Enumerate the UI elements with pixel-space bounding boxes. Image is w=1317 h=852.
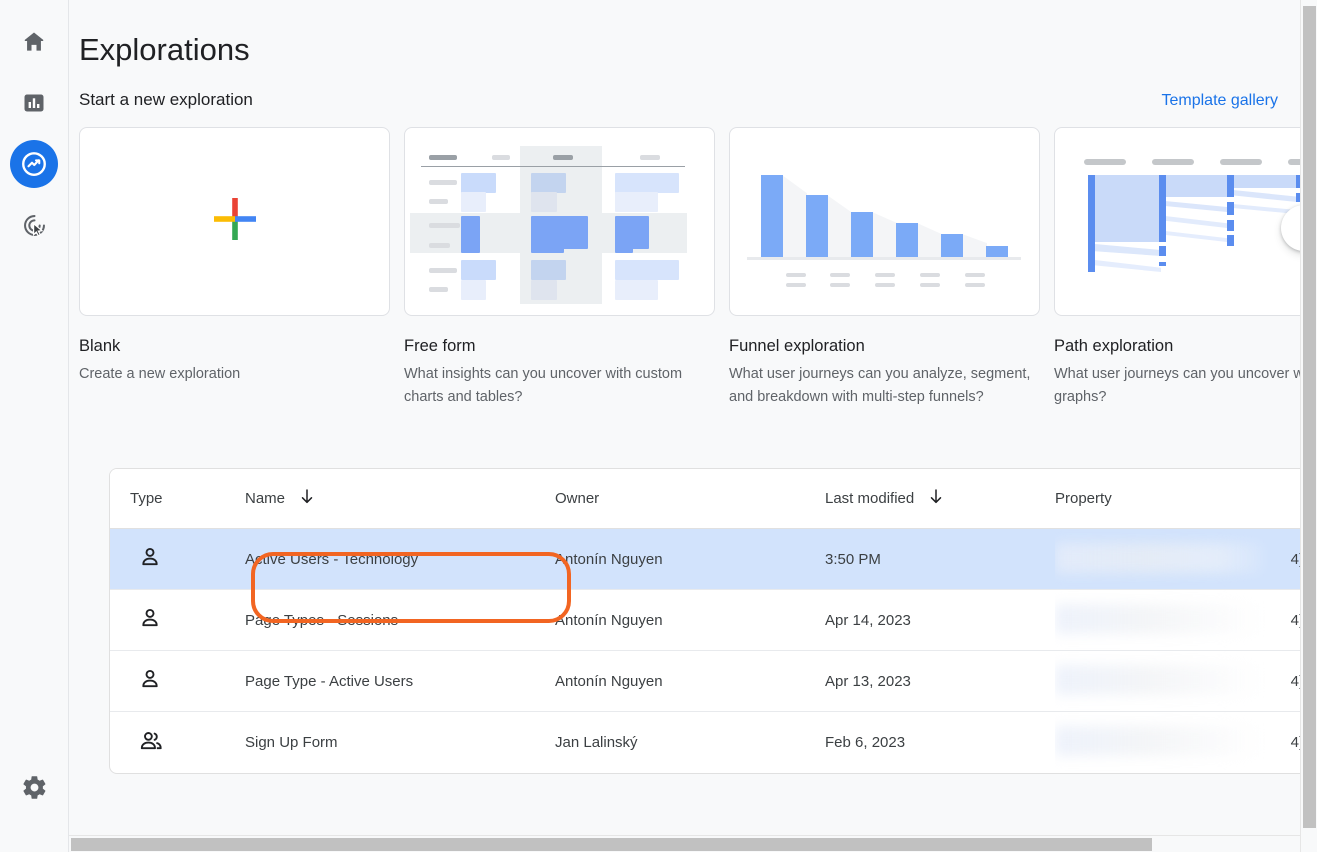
property-redacted-blur [1055,543,1263,573]
template-card-blank[interactable]: Blank Create a new exploration [79,127,390,408]
table-header-row: Type Name Owner Last modi [110,469,1314,529]
template-thumb-free-form [404,127,715,316]
sidebar-item-admin[interactable] [11,763,59,811]
sidebar-item-advertising[interactable] [10,201,58,249]
start-new-exploration-label: Start a new exploration [79,90,253,110]
left-nav-rail [0,0,69,852]
row-owner-cell: Antonín Nguyen [555,612,825,629]
template-thumb-path [1054,127,1317,316]
table-row[interactable]: Page Types - Sessions Antonín Nguyen Apr… [110,590,1314,651]
home-icon [21,29,47,55]
column-label: Type [130,490,163,507]
column-header-property[interactable]: Property [1055,490,1310,507]
vertical-scrollbar[interactable] [1300,0,1317,852]
template-title: Free form [404,335,715,357]
column-label: Property [1055,490,1112,507]
google-plus-icon [209,193,261,250]
main-content: Explorations Start a new exploration Tem… [69,0,1317,852]
row-type-cell [110,606,245,634]
table-row[interactable]: Page Type - Active Users Antonín Nguyen … [110,651,1314,712]
row-modified-cell: Feb 6, 2023 [825,734,1055,751]
template-thumb-blank [79,127,390,316]
row-modified-cell: 3:50 PM [825,551,1055,568]
template-title: Funnel exploration [729,335,1040,357]
column-label: Owner [555,490,599,507]
free-form-thumbnail-graphic [405,128,714,315]
advertising-icon [21,212,48,239]
explorations-page: Explorations Start a new exploration Tem… [0,0,1317,852]
gear-icon [21,774,48,801]
sidebar-item-reports[interactable] [10,79,58,127]
vertical-scrollbar-thumb[interactable] [1303,6,1316,828]
page-title: Explorations [69,0,1302,72]
subhead-row: Start a new exploration Template gallery [69,72,1302,110]
row-type-cell [110,545,245,573]
template-cards-row: Blank Create a new exploration [79,127,1302,408]
table-row[interactable]: Active Users - Technology Antonín Nguyen… [110,529,1314,590]
sort-descending-icon[interactable] [299,488,315,509]
column-header-owner[interactable]: Owner [555,490,825,507]
column-header-name[interactable]: Name [245,488,555,509]
template-description: What user journeys can you uncover with … [1054,363,1317,408]
row-name-cell[interactable]: Active Users - Technology [245,551,555,568]
bar-chart-icon [22,91,46,115]
row-property-cell: 4) [1055,712,1310,773]
property-redacted-blur [1055,604,1263,634]
template-carousel: Blank Create a new exploration [69,127,1302,417]
row-name-cell[interactable]: Page Type - Active Users [245,673,555,690]
template-description: What user journeys can you analyze, segm… [729,363,1040,408]
sidebar-item-home[interactable] [10,18,58,66]
person-icon [138,606,162,634]
sidebar-item-explore[interactable] [10,140,58,188]
row-owner-cell: Antonín Nguyen [555,551,825,568]
person-icon [138,545,162,573]
template-gallery-link[interactable]: Template gallery [1162,92,1281,110]
property-redacted-blur [1055,665,1263,695]
row-type-cell [110,729,245,757]
funnel-thumbnail-graphic [730,128,1039,315]
horizontal-scrollbar[interactable] [69,835,1300,852]
template-description: Create a new exploration [79,363,390,386]
sort-descending-icon[interactable] [928,488,944,509]
column-label: Name [245,490,285,507]
row-owner-cell: Antonín Nguyen [555,673,825,690]
row-property-cell: 4) [1055,651,1310,712]
property-redacted-blur [1055,726,1263,756]
row-property-cell: 4) [1055,590,1310,651]
row-modified-cell: Apr 14, 2023 [825,612,1055,629]
template-thumb-funnel [729,127,1040,316]
template-card-funnel-exploration[interactable]: Funnel exploration What user journeys ca… [729,127,1040,408]
row-name-cell[interactable]: Page Types - Sessions [245,612,555,629]
column-header-type[interactable]: Type [110,490,245,507]
column-header-last-modified[interactable]: Last modified [825,488,1055,509]
column-label: Last modified [825,490,914,507]
people-icon [138,729,164,757]
template-card-path-exploration[interactable]: Path exploration What user journeys can … [1054,127,1317,408]
template-title: Path exploration [1054,335,1317,357]
row-type-cell [110,667,245,695]
row-name-cell[interactable]: Sign Up Form [245,734,555,751]
path-thumbnail-graphic [1055,128,1317,315]
row-modified-cell: Apr 13, 2023 [825,673,1055,690]
explore-icon [19,149,49,179]
template-description: What insights can you uncover with custo… [404,363,715,408]
explorations-table: Type Name Owner Last modi [109,468,1315,774]
sidebar-bottom [0,763,69,824]
row-property-cell: 4) [1055,529,1310,590]
template-title: Blank [79,335,390,357]
row-owner-cell: Jan Lalinský [555,734,825,751]
template-card-free-form[interactable]: Free form What insights can you uncover … [404,127,715,408]
horizontal-scrollbar-thumb[interactable] [71,838,1152,851]
table-row[interactable]: Sign Up Form Jan Lalinský Feb 6, 2023 4) [110,712,1314,773]
person-icon [138,667,162,695]
